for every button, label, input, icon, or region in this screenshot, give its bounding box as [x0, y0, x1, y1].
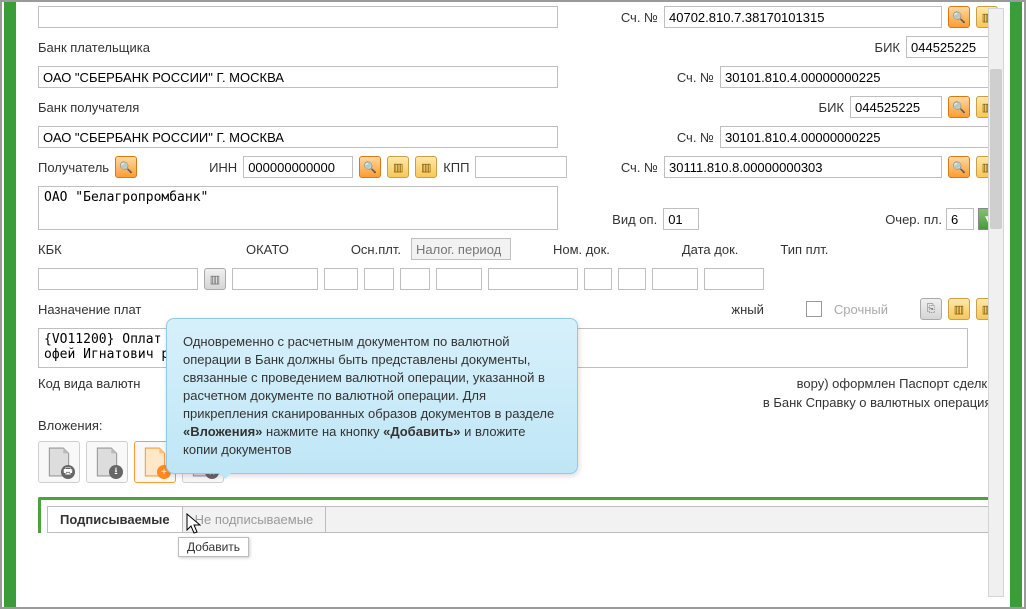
kbk-pick-icon[interactable]: ▥	[204, 268, 226, 290]
extra-inn-icon[interactable]: ▥	[415, 156, 437, 178]
np3[interactable]	[436, 268, 482, 290]
inn-input[interactable]	[243, 156, 353, 178]
bik-label-2: БИК	[819, 100, 844, 115]
lookup-icon[interactable]: 🔍	[948, 6, 970, 28]
recv-bank-input[interactable]	[38, 126, 558, 148]
dd1[interactable]	[584, 268, 612, 290]
print-icon: 🖶	[61, 465, 75, 479]
payer-bank-input[interactable]	[38, 66, 558, 88]
urgent-label: Срочный	[834, 302, 888, 317]
payer-bank-label: Банк плательщика	[38, 40, 150, 55]
acct-label-1: Сч. №	[621, 10, 658, 25]
add-hover-tooltip: Добавить	[178, 537, 249, 557]
bik-recv-input[interactable]	[850, 96, 942, 118]
acct-label-3: Сч. №	[677, 130, 714, 145]
okato-label: ОКАТО	[246, 242, 289, 257]
right-decorative-strip	[1010, 2, 1022, 607]
nom-label: Ном. док.	[553, 242, 610, 257]
purpose-label: Назначение плат	[38, 302, 141, 317]
np2[interactable]	[400, 268, 430, 290]
lookup-acct-recv-icon[interactable]: 🔍	[948, 156, 970, 178]
data-label: Дата док.	[682, 242, 739, 257]
kpp-input[interactable]	[475, 156, 567, 178]
osn-input[interactable]	[324, 268, 358, 290]
osn-label: Осн.плт.	[351, 242, 401, 257]
attachments-tabs: Подписываемые Не подписываемые	[38, 497, 1004, 533]
okato-input[interactable]	[232, 268, 318, 290]
purpose-action1-icon[interactable]: ⎘	[920, 298, 942, 320]
acct-label-2: Сч. №	[677, 70, 714, 85]
unknown-top-field[interactable]	[38, 6, 558, 28]
recv-bank-label: Банк получателя	[38, 100, 139, 115]
vid-op-input[interactable]	[663, 208, 699, 230]
attach-save-button[interactable]: ⭳	[86, 441, 128, 483]
purpose-flag-label: жный	[731, 302, 763, 317]
kpp-label: КПП	[443, 160, 469, 175]
acct-recv-input[interactable]	[664, 156, 942, 178]
help-tooltip: Одновременно с расчетным документом по в…	[166, 318, 578, 474]
ocher-label: Очер. пл.	[885, 212, 942, 227]
lookup-inn-icon[interactable]: 🔍	[359, 156, 381, 178]
code-fx-label: Код вида валютн	[38, 376, 140, 391]
vertical-scrollbar[interactable]	[988, 8, 1004, 597]
passport-text2: в Банк Справку о валютных операциях	[763, 395, 998, 410]
purpose-action2-icon[interactable]: ▥	[948, 298, 970, 320]
scrollbar-thumb[interactable]	[990, 69, 1002, 229]
kbk-input[interactable]	[38, 268, 198, 290]
lookup-bik-icon[interactable]: 🔍	[948, 96, 970, 118]
save-icon: ⭳	[109, 465, 123, 479]
dd2[interactable]	[618, 268, 646, 290]
mouse-cursor-icon	[186, 513, 204, 535]
tip-label: Тип плт.	[780, 242, 828, 257]
acct-payer-corr-input[interactable]	[720, 66, 998, 88]
recv-name-textarea[interactable]	[38, 186, 558, 230]
tab-unsigned[interactable]: Не подписываемые	[183, 507, 327, 532]
lookup-recv-icon[interactable]: 🔍	[115, 156, 137, 178]
acct-label-4: Сч. №	[621, 160, 658, 175]
nalog-period-input	[411, 238, 511, 260]
acct-recv-corr-input[interactable]	[720, 126, 998, 148]
np1[interactable]	[364, 268, 394, 290]
attach-print-button[interactable]: 🖶	[38, 441, 80, 483]
dd3[interactable]	[652, 268, 698, 290]
pick-inn-icon[interactable]: ▥	[387, 156, 409, 178]
urgent-checkbox[interactable]	[806, 301, 822, 317]
acct-1-input[interactable]	[664, 6, 942, 28]
attachments-label: Вложения:	[38, 418, 103, 433]
vid-op-label: Вид оп.	[612, 212, 657, 227]
tip-input[interactable]	[704, 268, 764, 290]
tab-signed[interactable]: Подписываемые	[48, 507, 183, 532]
nom-input[interactable]	[488, 268, 578, 290]
ocher-input[interactable]	[946, 208, 974, 230]
kbk-label: КБК	[38, 242, 104, 257]
inn-label: ИНН	[209, 160, 237, 175]
bik-label-1: БИК	[875, 40, 900, 55]
left-decorative-strip	[4, 2, 16, 607]
passport-text1: вору) оформлен Паспорт сделки,	[797, 376, 998, 391]
recv-label: Получатель	[38, 160, 109, 175]
bik-payer-input[interactable]	[906, 36, 998, 58]
